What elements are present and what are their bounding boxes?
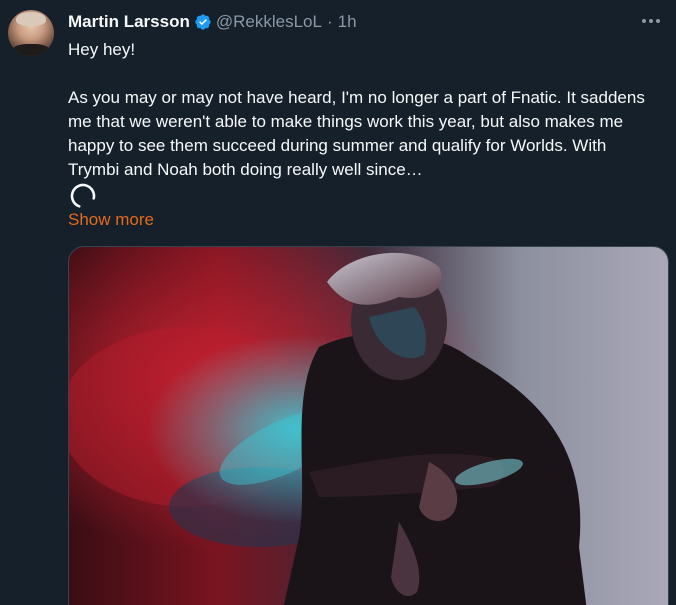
avatar[interactable] bbox=[8, 10, 54, 56]
tweet-header: Martin Larsson @RekklesLoL · 1h bbox=[68, 11, 357, 33]
avatar-shirt bbox=[12, 44, 50, 56]
more-dot bbox=[642, 19, 646, 23]
show-more-link[interactable]: Show more bbox=[68, 208, 154, 232]
tweet: Martin Larsson @RekklesLoL · 1h Hey hey!… bbox=[0, 0, 676, 605]
tweet-text: Hey hey! As you may or may not have hear… bbox=[68, 38, 658, 182]
separator-dot: · bbox=[326, 12, 333, 31]
more-dot bbox=[656, 19, 660, 23]
avatar-hair bbox=[16, 12, 46, 26]
more-dot bbox=[649, 19, 653, 23]
author-name[interactable]: Martin Larsson bbox=[68, 12, 190, 32]
tweet-media-image[interactable] bbox=[68, 246, 669, 605]
loading-spinner-icon bbox=[68, 181, 98, 211]
photo-illustration bbox=[69, 247, 668, 605]
tweet-greeting: Hey hey! bbox=[68, 40, 136, 59]
tweet-body: As you may or may not have heard, I'm no… bbox=[68, 88, 645, 179]
more-options-icon[interactable] bbox=[638, 10, 664, 32]
timestamp[interactable]: 1h bbox=[338, 12, 357, 32]
author-handle[interactable]: @RekklesLoL bbox=[216, 12, 322, 32]
verified-badge-icon[interactable] bbox=[194, 13, 212, 31]
